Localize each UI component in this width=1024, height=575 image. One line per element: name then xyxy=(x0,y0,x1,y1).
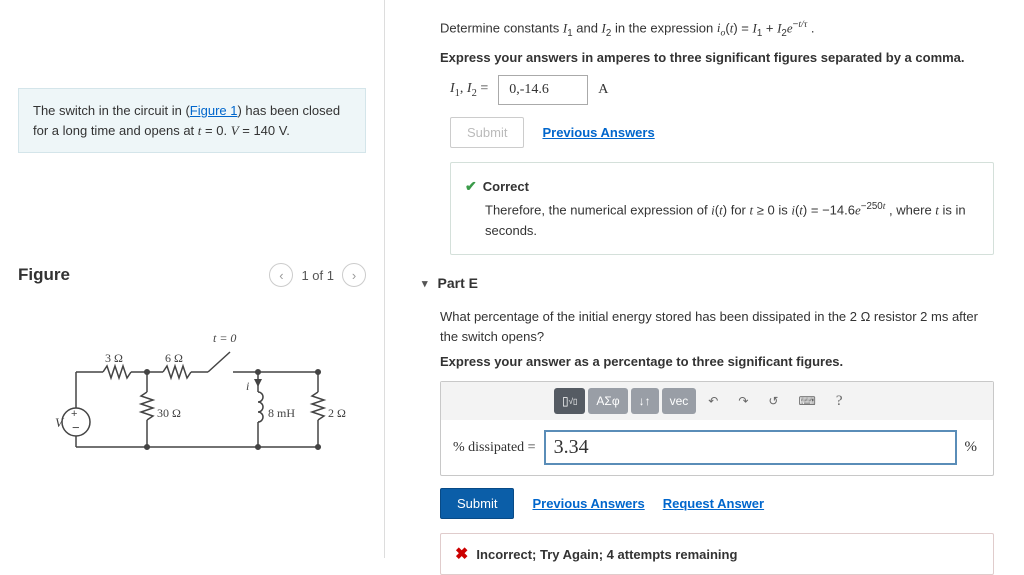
parte-answer-input[interactable]: 3.34 xyxy=(544,430,957,465)
svg-text:8 mH: 8 mH xyxy=(268,406,295,420)
vec-button[interactable]: vec xyxy=(662,388,697,414)
undo-button[interactable]: ↶ xyxy=(700,388,726,414)
equation-toolbar: ▯√▯ ΑΣφ ↓↑ vec ↶ ↷ ↺ ⌨ ? xyxy=(441,382,993,420)
problem-prefix: The switch in the circuit in ( xyxy=(33,103,190,118)
x-icon: ✖ xyxy=(455,544,468,564)
parte-prompt: % dissipated = xyxy=(453,440,536,456)
partd-submit-button: Submit xyxy=(450,117,524,148)
pager-text: 1 of 1 xyxy=(301,268,334,283)
parte-question: What percentage of the initial energy st… xyxy=(440,307,994,346)
circuit-diagram: + − V 3 Ω 6 Ω t = 0 30 Ω xyxy=(48,317,366,470)
parte-answer-box: ▯√▯ ΑΣφ ↓↑ vec ↶ ↷ ↺ ⌨ ? % dissipated = … xyxy=(440,381,994,476)
parte-submit-button[interactable]: Submit xyxy=(440,488,514,519)
partd-answer-value: 0,-14.6 xyxy=(498,75,588,105)
greek-button[interactable]: ΑΣφ xyxy=(588,388,627,414)
figure-pager: ‹ 1 of 1 › xyxy=(269,263,366,287)
help-button[interactable]: ? xyxy=(828,388,851,414)
partd-instruction: Express your answers in amperes to three… xyxy=(440,50,994,65)
problem-statement: The switch in the circuit in (Figure 1) … xyxy=(18,88,366,153)
scripts-button[interactable]: ↓↑ xyxy=(631,388,659,414)
parte-unit: % xyxy=(965,439,982,456)
svg-text:+: + xyxy=(71,408,77,420)
partd-feedback-text: Therefore, the numerical expression of i… xyxy=(485,199,979,242)
svg-text:−: − xyxy=(72,420,80,435)
partd-unit: A xyxy=(598,82,608,98)
parte-instruction: Express your answer as a percentage to t… xyxy=(440,354,994,369)
svg-text:t = 0: t = 0 xyxy=(213,331,236,345)
parte-previous-answers-link[interactable]: Previous Answers xyxy=(532,496,644,511)
incorrect-text: Incorrect; Try Again; 4 attempts remaini… xyxy=(476,547,737,562)
pager-prev-button[interactable]: ‹ xyxy=(269,263,293,287)
check-icon: ✔ xyxy=(465,178,477,194)
svg-text:i: i xyxy=(246,379,249,393)
partd-feedback: ✔ Correct Therefore, the numerical expres… xyxy=(450,162,994,256)
figure-title: Figure xyxy=(18,265,70,285)
correct-label: Correct xyxy=(483,179,529,194)
figure-link[interactable]: Figure 1 xyxy=(190,103,238,118)
reset-button[interactable]: ↺ xyxy=(760,388,786,414)
svg-text:6 Ω: 6 Ω xyxy=(165,351,183,365)
pager-next-button[interactable]: › xyxy=(342,263,366,287)
parte-request-answer-link[interactable]: Request Answer xyxy=(663,496,764,511)
svg-text:30 Ω: 30 Ω xyxy=(157,406,181,420)
templates-button[interactable]: ▯√▯ xyxy=(554,388,585,414)
parte-header[interactable]: Part E xyxy=(422,275,994,291)
redo-button[interactable]: ↷ xyxy=(730,388,756,414)
parte-incorrect-feedback: ✖ Incorrect; Try Again; 4 attempts remai… xyxy=(440,533,994,575)
partd-question: Determine constants I1 and I2 in the exp… xyxy=(440,18,994,42)
svg-text:2 Ω: 2 Ω xyxy=(328,406,346,420)
partd-var-label: I1, I2 = xyxy=(450,81,488,99)
keyboard-button[interactable]: ⌨ xyxy=(790,388,823,414)
partd-previous-answers-link[interactable]: Previous Answers xyxy=(542,125,654,140)
svg-text:3 Ω: 3 Ω xyxy=(105,351,123,365)
